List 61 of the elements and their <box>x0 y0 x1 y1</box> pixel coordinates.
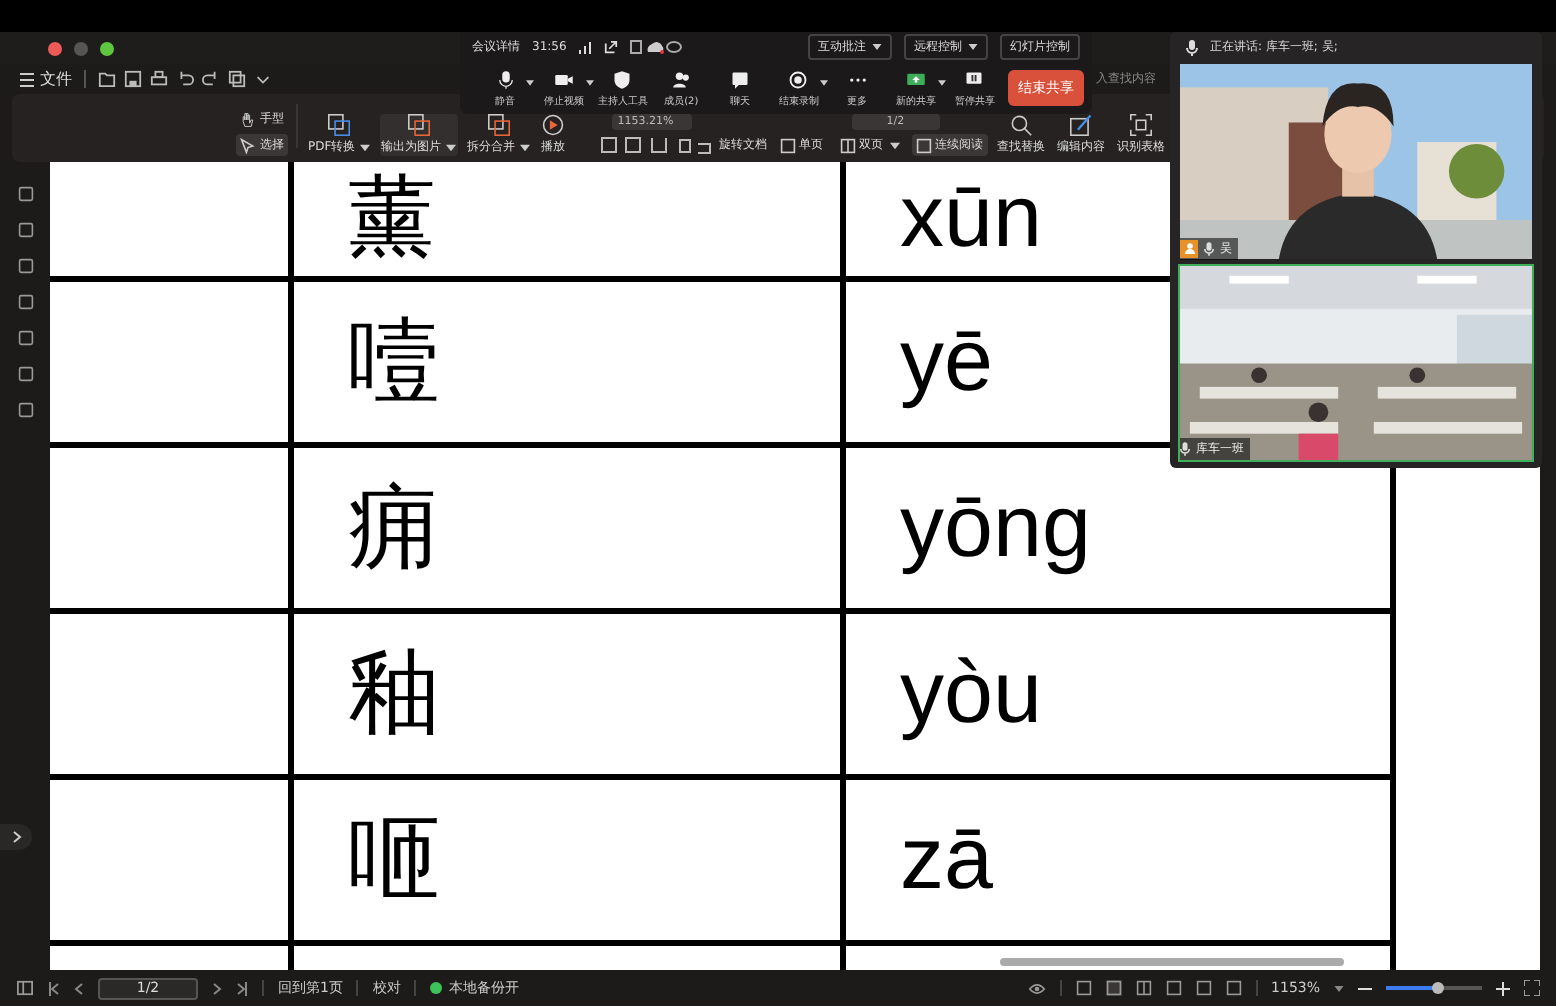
search-icon <box>1010 114 1033 136</box>
record-icon <box>788 69 809 89</box>
chat-icon <box>729 69 750 89</box>
pinyin-text: yōng <box>900 477 1091 579</box>
page-view-icons-drawing <box>599 136 712 154</box>
first-page-icon[interactable] <box>48 981 60 995</box>
page-icon <box>915 137 932 153</box>
single-page-icon[interactable] <box>1105 980 1122 996</box>
chinese-character: 咂 <box>348 807 440 913</box>
copy-icon[interactable] <box>228 70 246 88</box>
scrollbar-thumb[interactable] <box>1000 958 1344 966</box>
previous-page-icon[interactable] <box>74 981 84 995</box>
microphone-icon <box>1180 442 1190 456</box>
menu-icon <box>20 71 34 87</box>
share-icon[interactable] <box>604 40 619 54</box>
next-page-icon[interactable] <box>212 981 222 995</box>
two-page-icon[interactable] <box>1135 980 1152 996</box>
close-button[interactable] <box>48 41 62 55</box>
document-icon <box>487 114 510 136</box>
file-menu[interactable]: 文件 <box>20 68 72 90</box>
chinese-character: 噎 <box>348 309 440 415</box>
sidebar-toggle-icon[interactable] <box>16 980 34 996</box>
microphone-icon <box>1186 39 1198 55</box>
pinyin-text: zā <box>900 809 993 911</box>
eye-icon[interactable] <box>1027 981 1046 995</box>
zoom-in-icon[interactable] <box>1496 981 1510 995</box>
caret-icon[interactable] <box>1334 985 1344 991</box>
microphone-icon <box>495 69 516 89</box>
page-icon <box>839 137 856 153</box>
page-icon <box>779 137 796 153</box>
document-icon <box>407 114 430 136</box>
chinese-character: 釉 <box>348 641 440 747</box>
shield-icon <box>612 69 633 89</box>
share-screen-icon <box>905 69 926 89</box>
play-icon <box>542 114 565 136</box>
chinese-character: 痈 <box>348 475 440 581</box>
folder-icon[interactable] <box>98 70 116 88</box>
pause-share-icon <box>964 69 985 89</box>
signal-icon <box>578 41 593 53</box>
chevron-right-icon <box>11 830 21 844</box>
undo-icon[interactable] <box>176 70 194 88</box>
expand-sidebar-button[interactable] <box>0 824 32 850</box>
microphone-icon <box>1204 241 1214 255</box>
edit-icon <box>1070 114 1093 136</box>
camera-icon <box>553 69 574 89</box>
table-scan-icon <box>1130 114 1153 136</box>
status-icons-drawing <box>630 40 683 54</box>
people-icon <box>671 69 692 89</box>
last-page-icon[interactable] <box>236 981 248 995</box>
print-icon[interactable] <box>150 70 168 88</box>
hand-icon <box>240 111 256 127</box>
pinyin-text: yē <box>900 311 993 413</box>
cursor-icon <box>240 137 256 153</box>
redo-icon[interactable] <box>202 70 220 88</box>
fullscreen-icon[interactable] <box>1524 980 1540 996</box>
chinese-character: 薰 <box>348 168 436 270</box>
pinyin-text: xūn <box>900 168 1042 270</box>
save-icon[interactable] <box>124 70 142 88</box>
document-icon <box>327 114 350 136</box>
pinyin-text: yòu <box>900 643 1042 745</box>
zoom-button[interactable] <box>100 41 114 55</box>
